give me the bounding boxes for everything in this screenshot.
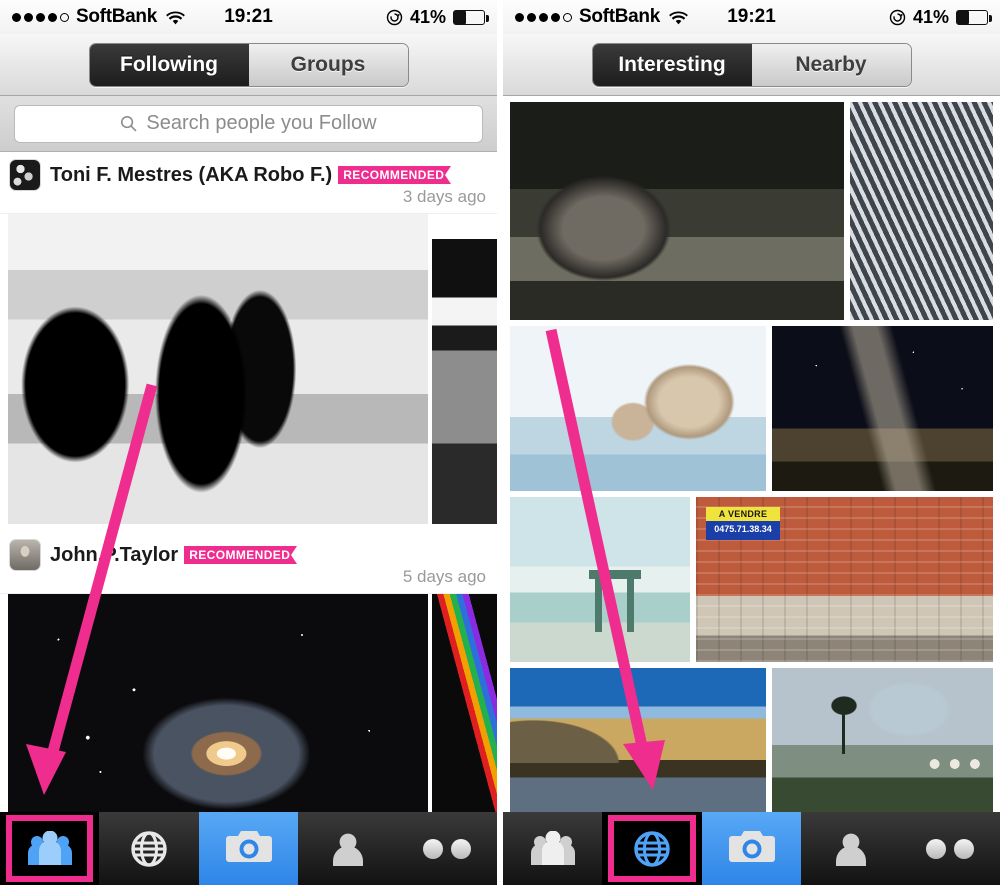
photo-color-chart-graph[interactable] xyxy=(432,594,497,812)
segmented-control-interesting-nearby[interactable]: Interesting Nearby xyxy=(591,42,912,87)
sign-line-1: A VENDRE xyxy=(706,507,780,522)
post-header: John.P.Taylor RECOMMENDED 5 days ago xyxy=(0,532,497,594)
status-left-group: SoftBank xyxy=(515,6,688,28)
status-right-group: 41% xyxy=(889,6,992,28)
photo-bw-passeig-de-gracia-sign[interactable] xyxy=(432,214,497,524)
wifi-icon xyxy=(669,10,688,25)
photo-misty-sheep-landscape[interactable] xyxy=(772,668,993,812)
post-timestamp: 3 days ago xyxy=(402,187,486,206)
camera-icon xyxy=(728,827,776,870)
battery-percent-label: 41% xyxy=(912,6,949,27)
post-photo-row xyxy=(0,214,497,524)
tab-groups[interactable]: Groups xyxy=(248,43,408,86)
status-left-group: SoftBank xyxy=(12,6,185,28)
rotation-lock-icon xyxy=(889,9,906,26)
tab-following[interactable]: Following xyxy=(89,43,249,86)
globe-icon xyxy=(130,830,168,868)
recommended-badge: RECOMMENDED xyxy=(338,165,452,184)
search-placeholder: Search people you Follow xyxy=(146,112,377,134)
tab-globe[interactable] xyxy=(99,812,199,885)
photo-grid[interactable]: A VENDRE 0475.71.38.34 xyxy=(503,96,1000,812)
tab-people[interactable] xyxy=(503,812,603,885)
tab-profile[interactable] xyxy=(298,812,398,885)
post-photo-row xyxy=(0,594,497,812)
photo-beach-lifeguard-stand[interactable] xyxy=(510,497,690,662)
dual-screenshot: SoftBank 19:21 41% Following Groups Sear… xyxy=(0,0,1000,885)
left-phone-screen: SoftBank 19:21 41% Following Groups Sear… xyxy=(0,0,497,885)
grid-row: A VENDRE 0475.71.38.34 xyxy=(510,497,993,662)
photo-golden-hills-lake-reflection[interactable] xyxy=(510,668,766,812)
people-group-icon xyxy=(530,830,576,867)
person-icon xyxy=(331,831,365,867)
tab-camera[interactable] xyxy=(198,812,299,885)
tab-camera[interactable] xyxy=(701,812,802,885)
nav-bar-left: Following Groups xyxy=(0,34,497,96)
photo-milky-way-night-sky[interactable] xyxy=(772,326,993,491)
carrier-label: SoftBank xyxy=(579,6,660,27)
tab-more[interactable] xyxy=(900,812,1000,885)
globe-icon xyxy=(633,830,671,868)
tab-bar-right[interactable] xyxy=(503,812,1000,885)
post-username[interactable]: John.P.Taylor xyxy=(50,544,178,566)
camera-icon xyxy=(225,827,273,870)
photo-bw-street-kiss[interactable] xyxy=(8,214,428,524)
photo-bw-stone-barn-landscape[interactable] xyxy=(510,102,844,320)
tab-interesting[interactable]: Interesting xyxy=(592,43,752,86)
more-dots-icon xyxy=(926,838,975,859)
a-vendre-sign: A VENDRE 0475.71.38.34 xyxy=(706,507,780,540)
search-input[interactable]: Search people you Follow xyxy=(14,104,483,143)
status-bar-right: SoftBank 19:21 41% xyxy=(503,0,1000,34)
person-icon xyxy=(834,831,868,867)
recommended-badge: RECOMMENDED xyxy=(184,545,298,564)
grid-row xyxy=(510,326,993,491)
status-right-group: 41% xyxy=(386,6,489,28)
tab-nearby[interactable]: Nearby xyxy=(751,43,911,86)
status-bar-left: SoftBank 19:21 41% xyxy=(0,0,497,34)
right-phone-screen: SoftBank 19:21 41% Interesting Nearby A … xyxy=(503,0,1000,885)
tab-people[interactable] xyxy=(0,812,100,885)
post-timestamp: 5 days ago xyxy=(402,567,486,586)
people-group-icon xyxy=(27,830,73,867)
battery-icon xyxy=(956,9,992,25)
wifi-icon xyxy=(166,10,185,25)
sign-line-2: 0475.71.38.34 xyxy=(706,521,780,540)
post-username[interactable]: Toni F. Mestres (AKA Robo F.) xyxy=(50,164,332,186)
grid-row xyxy=(510,102,993,320)
signal-dots-icon xyxy=(515,12,572,22)
post-header: Toni F. Mestres (AKA Robo F.) RECOMMENDED… xyxy=(0,152,497,214)
battery-icon xyxy=(453,9,489,25)
tab-profile[interactable] xyxy=(801,812,901,885)
search-bar-container: Search people you Follow xyxy=(0,96,497,152)
avatar[interactable] xyxy=(9,159,41,191)
tab-more[interactable] xyxy=(397,812,497,885)
rotation-lock-icon xyxy=(386,9,403,26)
tab-bar-left[interactable] xyxy=(0,812,497,885)
photo-bw-glass-tower-architecture[interactable] xyxy=(850,102,993,320)
carrier-label: SoftBank xyxy=(76,6,157,27)
search-icon xyxy=(120,115,137,132)
following-feed[interactable]: Toni F. Mestres (AKA Robo F.) RECOMMENDED… xyxy=(0,152,497,812)
avatar[interactable] xyxy=(9,539,41,571)
segmented-control-following-groups[interactable]: Following Groups xyxy=(88,42,409,87)
photo-street-musicians-brick-wall[interactable]: A VENDRE 0475.71.38.34 xyxy=(696,497,993,662)
nav-bar-right: Interesting Nearby xyxy=(503,34,1000,96)
grid-row xyxy=(510,668,993,812)
battery-percent-label: 41% xyxy=(409,6,446,27)
signal-dots-icon xyxy=(12,12,69,22)
tab-globe[interactable] xyxy=(602,812,702,885)
more-dots-icon xyxy=(423,838,472,859)
photo-spiral-galaxy-m81[interactable] xyxy=(8,594,428,812)
photo-snow-monkeys-hot-spring[interactable] xyxy=(510,326,766,491)
